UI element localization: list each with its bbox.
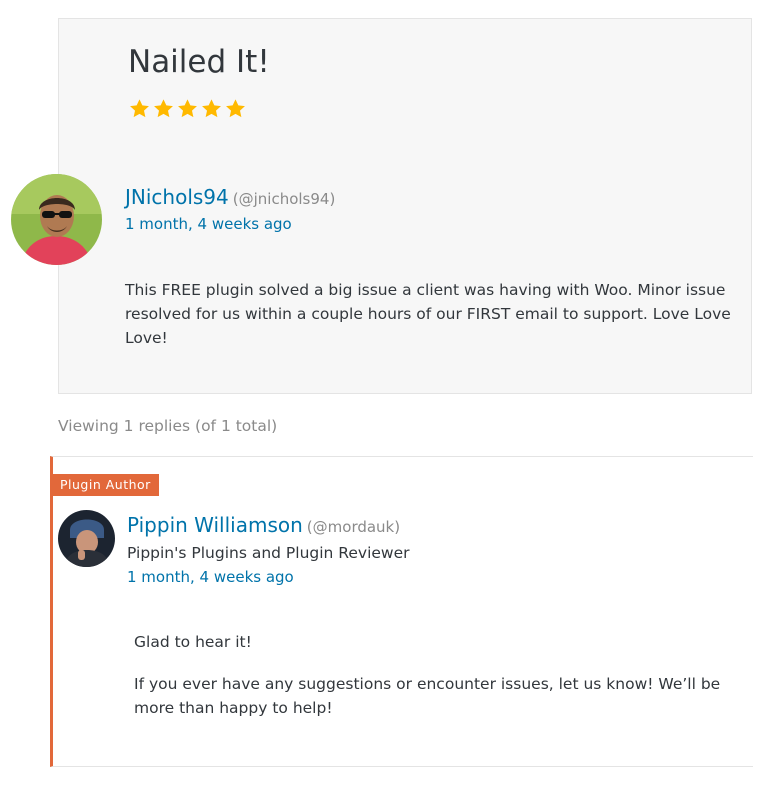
star-icon xyxy=(128,98,151,120)
reply-card xyxy=(50,456,753,767)
review-body: This FREE plugin solved a big issue a cl… xyxy=(125,281,731,347)
review-date-link[interactable]: 1 month, 4 weeks ago xyxy=(125,215,292,233)
reviewer-name-link[interactable]: JNichols94 (@jnichols94) xyxy=(125,185,335,209)
star-icon xyxy=(176,98,199,120)
reply-date-link[interactable]: 1 month, 4 weeks ago xyxy=(127,568,294,586)
reviewer-handle: (@jnichols94) xyxy=(232,190,336,208)
reply-author-name-link[interactable]: Pippin Williamson (@mordauk) xyxy=(127,513,400,537)
reviewer-avatar[interactable] xyxy=(11,174,102,265)
star-icon xyxy=(224,98,247,120)
reply-author-handle: (@mordauk) xyxy=(306,518,401,536)
review-title: Nailed It! xyxy=(128,44,270,80)
reply-author-title: Pippin's Plugins and Plugin Reviewer xyxy=(127,544,410,562)
plugin-author-badge: Plugin Author xyxy=(52,474,159,496)
reply-author-name: Pippin Williamson xyxy=(127,513,303,537)
reply-author-avatar[interactable] xyxy=(58,510,115,567)
user-avatar-photo-icon xyxy=(11,174,102,265)
star-rating xyxy=(128,98,247,120)
star-icon xyxy=(200,98,223,120)
reviewer-name: JNichols94 xyxy=(125,185,229,209)
replies-summary: Viewing 1 replies (of 1 total) xyxy=(58,417,278,435)
user-avatar-photo-icon xyxy=(58,510,115,567)
reply-paragraph: If you ever have any suggestions or enco… xyxy=(134,675,721,717)
reply-paragraph: Glad to hear it! xyxy=(134,633,252,651)
star-icon xyxy=(152,98,175,120)
